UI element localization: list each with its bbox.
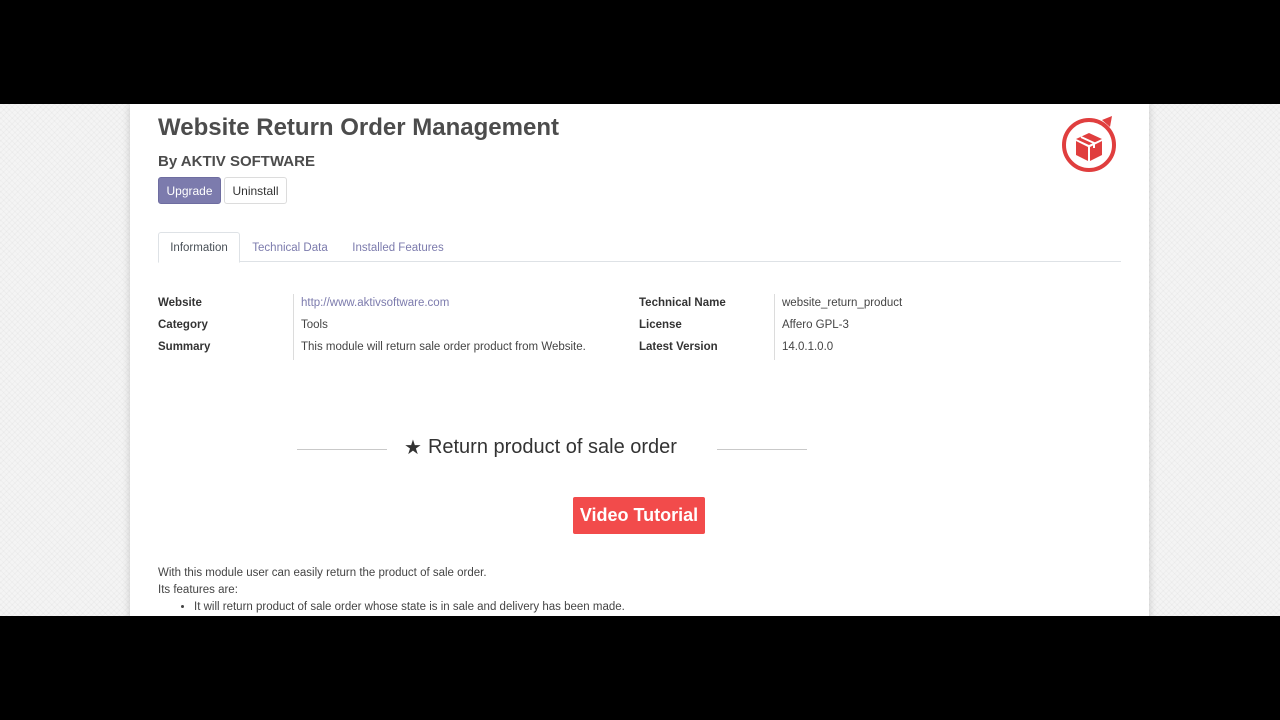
divider (717, 449, 807, 450)
field-label: Technical Name (639, 297, 726, 309)
return-box-icon (1062, 116, 1116, 172)
module-form-sheet: Website Return Order Management By AKTIV… (130, 104, 1149, 616)
upgrade-button[interactable]: Upgrade (158, 177, 221, 204)
divider (297, 449, 387, 450)
app-viewport: Website Return Order Management By AKTIV… (0, 104, 1280, 616)
tab-installed-features[interactable]: Installed Features (342, 232, 454, 263)
module-description: With this module user can easily return … (158, 565, 625, 616)
field-label: License (639, 319, 682, 331)
tab-technical-data[interactable]: Technical Data (242, 232, 338, 263)
module-title: Website Return Order Management (158, 114, 559, 141)
field-value: Affero GPL-3 (782, 319, 849, 331)
description-line: With this module user can easily return … (158, 567, 487, 579)
video-tutorial-button[interactable]: Video Tutorial (573, 497, 705, 534)
info-row-website: Website http://www.aktivsoftware.com (158, 294, 618, 316)
section-heading: ★ Return product of sale order (297, 432, 807, 462)
module-tabs: Information Technical Data Installed Fea… (158, 232, 1121, 263)
field-label: Summary (158, 341, 211, 353)
field-value: 14.0.1.0.0 (782, 341, 834, 353)
info-group-left: Website http://www.aktivsoftware.com Cat… (158, 294, 618, 360)
info-row-category: Category Tools (158, 316, 618, 338)
letterbox-bottom (0, 616, 1280, 720)
info-group-right: Technical Name website_return_product Li… (639, 294, 1099, 360)
field-label: Category (158, 319, 208, 331)
tab-information[interactable]: Information (158, 232, 240, 263)
info-row-technical-name: Technical Name website_return_product (639, 294, 1099, 316)
star-icon: ★ (404, 437, 422, 459)
section-title-text: Return product of sale order (427, 436, 677, 458)
list-item: It will return product of sale order who… (194, 599, 625, 616)
field-value: website_return_product (782, 297, 903, 309)
field-label: Latest Version (639, 341, 718, 353)
field-value: This module will return sale order produ… (301, 341, 586, 353)
info-row-summary: Summary This module will return sale ord… (158, 338, 618, 360)
field-value: Tools (301, 319, 328, 331)
description-line: Its features are: (158, 584, 238, 596)
uninstall-button[interactable]: Uninstall (224, 177, 287, 204)
website-link[interactable]: http://www.aktivsoftware.com (301, 297, 449, 309)
info-row-license: License Affero GPL-3 (639, 316, 1099, 338)
module-author: By AKTIV SOFTWARE (158, 153, 315, 170)
letterbox-top (0, 0, 1280, 104)
feature-list: It will return product of sale order who… (194, 599, 625, 616)
section-title: ★ Return product of sale order (404, 435, 677, 460)
info-row-latest-version: Latest Version 14.0.1.0.0 (639, 338, 1099, 360)
field-label: Website (158, 297, 202, 309)
